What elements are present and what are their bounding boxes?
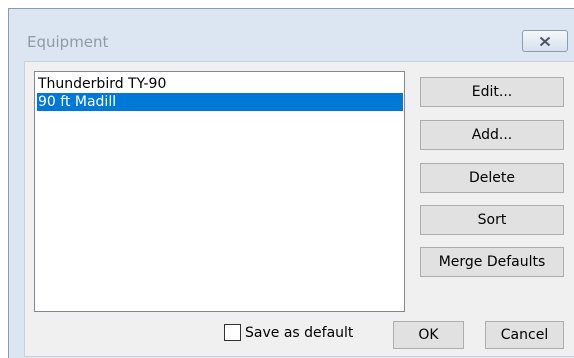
dialog-title: Equipment bbox=[27, 33, 109, 51]
list-item[interactable]: Thunderbird TY-90 bbox=[37, 75, 166, 93]
cancel-button[interactable]: Cancel bbox=[485, 321, 564, 349]
edit-button[interactable]: Edit... bbox=[420, 77, 564, 107]
equipment-dialog: Equipment Thunderbird TY-90 90 ft Madill… bbox=[8, 8, 574, 358]
close-button[interactable] bbox=[522, 30, 568, 52]
save-as-default-checkbox[interactable] bbox=[224, 324, 241, 341]
save-as-default-label: Save as default bbox=[245, 324, 354, 341]
delete-button[interactable]: Delete bbox=[420, 163, 564, 193]
ok-button[interactable]: OK bbox=[393, 321, 464, 349]
close-icon bbox=[539, 36, 551, 46]
sort-button[interactable]: Sort bbox=[420, 205, 564, 235]
save-as-default-option[interactable]: Save as default bbox=[224, 324, 353, 341]
dialog-client-area: Thunderbird TY-90 90 ft Madill Edit... A… bbox=[24, 61, 574, 357]
list-item-selected[interactable]: 90 ft Madill bbox=[37, 93, 403, 111]
add-button[interactable]: Add... bbox=[420, 120, 564, 150]
merge-defaults-button[interactable]: Merge Defaults bbox=[420, 247, 564, 277]
equipment-listbox[interactable]: Thunderbird TY-90 90 ft Madill bbox=[34, 71, 405, 312]
